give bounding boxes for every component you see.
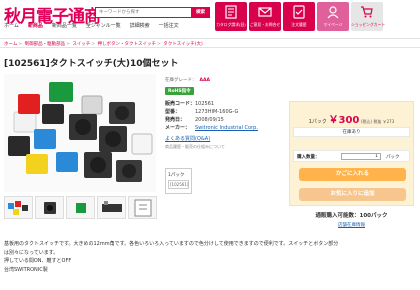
thumbnail-image xyxy=(102,201,122,212)
product-info: 在庫グレード： AAA RoHS指令 販売コード： 102561 型番： 1273… xyxy=(165,77,285,150)
thumbnail[interactable] xyxy=(4,196,33,219)
header-icon-buttons: カタログ請求(旧) ご意見・お問合せ 注文履歴 マイページ ショッピングカート xyxy=(215,2,386,31)
nav-item-new-list[interactable]: 新商品一覧 xyxy=(52,22,77,29)
rohs-badge: RoHS指令 xyxy=(165,87,194,95)
manufacturer-link[interactable]: Switronic Industrial Corp. xyxy=(195,124,258,132)
user-icon xyxy=(327,6,339,19)
add-to-favorites-button[interactable]: お気に入りに追加 xyxy=(299,188,406,201)
description-line: 台湾SWITRONIC製 xyxy=(4,266,48,273)
header-nav: ホーム 新商品 新商品一覧 全ジャンル一覧 詳細検索 一括注文 xyxy=(4,22,179,29)
spec-value: 2008/09/15 xyxy=(195,117,224,123)
shopping-cart-label: ショッピングカート xyxy=(351,22,386,27)
breadcrumb-item[interactable]: 押しボタン・タクトスイッチ xyxy=(98,42,157,47)
order-history-button[interactable]: 注文履歴 xyxy=(283,2,315,31)
breadcrumb: ホーム> 制御部品・駆動部品> スイッチ> 押しボタン・タクトスイッチ> タクト… xyxy=(0,38,420,48)
catalog-label: カタログ請求(旧) xyxy=(216,22,246,27)
catalog-icon xyxy=(225,5,237,19)
breadcrumb-item[interactable]: スイッチ xyxy=(72,42,90,47)
breadcrumb-item[interactable]: タクトスイッチ(大) xyxy=(163,42,203,47)
mypage-button[interactable]: マイページ xyxy=(317,2,349,31)
breadcrumb-separator: > xyxy=(157,42,161,47)
description-line: は別々になっています。 xyxy=(4,249,59,256)
add-to-cart-button[interactable]: かごに入れる xyxy=(299,168,406,181)
mypage-label: マイページ xyxy=(323,22,343,27)
shopping-cart-button[interactable]: ショッピングカート xyxy=(351,2,386,31)
nav-item-home[interactable]: ホーム xyxy=(4,22,19,29)
product-main-image[interactable] xyxy=(4,74,156,192)
price-line: 1パック ￥300 (税込) 税抜 ￥273 xyxy=(290,111,413,126)
cart-icon xyxy=(361,6,373,18)
thumbnail[interactable] xyxy=(66,196,95,219)
thumbnail[interactable] xyxy=(128,196,157,219)
page-title: [102561]タクトスイッチ(大)10個セット xyxy=(4,59,179,69)
thumbnail[interactable] xyxy=(97,196,126,219)
pack-option[interactable]: 1パック [102561] xyxy=(165,168,192,194)
search-bar: 検索 xyxy=(95,7,210,18)
spec-list: 販売コード： 102561 型番： 1273HIM-160G-G 発売日： 20… xyxy=(165,100,285,132)
spec-value: 1273HIM-160G-G xyxy=(195,109,239,115)
spec-label: メーカー： xyxy=(165,125,191,131)
contact-label: ご意見・お問合せ xyxy=(249,22,281,27)
mail-icon xyxy=(258,7,272,17)
spec-row: 型番： 1273HIM-160G-G xyxy=(165,108,285,116)
thumbnail[interactable] xyxy=(35,196,64,219)
tax-note: (税込) 税抜 ￥273 xyxy=(360,119,395,124)
breadcrumb-separator: > xyxy=(91,42,96,47)
search-button[interactable]: 検索 xyxy=(191,7,210,18)
stock-grade-label: 在庫グレード： xyxy=(165,78,197,83)
spec-row: 発売日： 2008/09/15 xyxy=(165,116,285,124)
thumbnail-strip xyxy=(4,196,157,219)
product-description: 基板用のタクトスイッチです。大きめの12mm角です。各色いろいろ入っていますので… xyxy=(4,240,416,274)
spec-row: メーカー： Switronic Industrial Corp. xyxy=(165,124,285,132)
site-header: 秋月電子通商 検索 ホーム 新商品 新商品一覧 全ジャンル一覧 詳細検索 一括注… xyxy=(0,0,420,34)
quantity-input[interactable] xyxy=(341,153,381,160)
faq-link[interactable]: よくある質問(Q&A) xyxy=(165,135,285,142)
pack-label: 1パック xyxy=(168,173,185,178)
purchase-panel: 1パック ￥300 (税込) 税抜 ￥273 在庫あり 購入数量： パック かご… xyxy=(289,101,414,206)
spec-label: 発売日： xyxy=(165,117,186,123)
thumbnail-image xyxy=(8,201,28,215)
quantity-label: 購入数量： xyxy=(297,155,320,160)
quantity-unit: パック xyxy=(386,155,400,160)
spec-label: 型番： xyxy=(165,109,181,115)
price-value: ￥300 xyxy=(328,115,360,126)
thumbnail-image xyxy=(44,202,56,214)
nav-item-all-genres[interactable]: 全ジャンル一覧 xyxy=(86,22,121,29)
description-line: 基板用のタクトスイッチです。大きめの12mm角です。各色いろいろ入っていますので… xyxy=(4,241,339,247)
quantity-row: 購入数量： パック xyxy=(293,150,410,162)
stock-status: 在庫あり xyxy=(293,127,410,137)
contact-button[interactable]: ご意見・お問合せ xyxy=(249,2,281,31)
breadcrumb-separator: > xyxy=(66,42,70,47)
nav-item-bulk-order[interactable]: 一括注文 xyxy=(159,22,179,29)
search-input[interactable] xyxy=(96,8,192,17)
price-unit: 1パック xyxy=(308,119,327,125)
stock-grade-value: AAA xyxy=(199,78,210,83)
nav-item-new[interactable]: 新商品 xyxy=(28,22,43,29)
breadcrumb-item[interactable]: 制御部品・駆動部品 xyxy=(25,42,66,47)
pack-code: [102561] xyxy=(168,180,189,189)
history-icon xyxy=(293,5,305,19)
spec-row: 販売コード： 102561 xyxy=(165,100,285,108)
tact-switch-photo xyxy=(4,74,156,192)
breadcrumb-item[interactable]: ホーム xyxy=(4,42,17,47)
breadcrumb-separator: > xyxy=(18,42,23,47)
nav-item-advanced-search[interactable]: 詳細検索 xyxy=(130,22,150,29)
order-history-label: 注文履歴 xyxy=(291,22,307,27)
spec-value: 102561 xyxy=(195,101,215,107)
thumbnail-image xyxy=(76,203,86,213)
description-line: 押している間ON、離すとOFF xyxy=(4,258,72,264)
store-stock-link[interactable]: 店舗在庫情報 xyxy=(289,222,414,228)
spec-label: 販売コード： xyxy=(165,101,196,107)
mail-order-limit: 通販購入可能数：100パック xyxy=(315,213,388,219)
thumbnail-image xyxy=(134,199,152,217)
history-note[interactable]: 商品履歴・販売の仕組みについて xyxy=(165,144,285,150)
stock-grade: 在庫グレード： AAA xyxy=(165,77,285,83)
catalog-button[interactable]: カタログ請求(旧) xyxy=(215,2,247,31)
